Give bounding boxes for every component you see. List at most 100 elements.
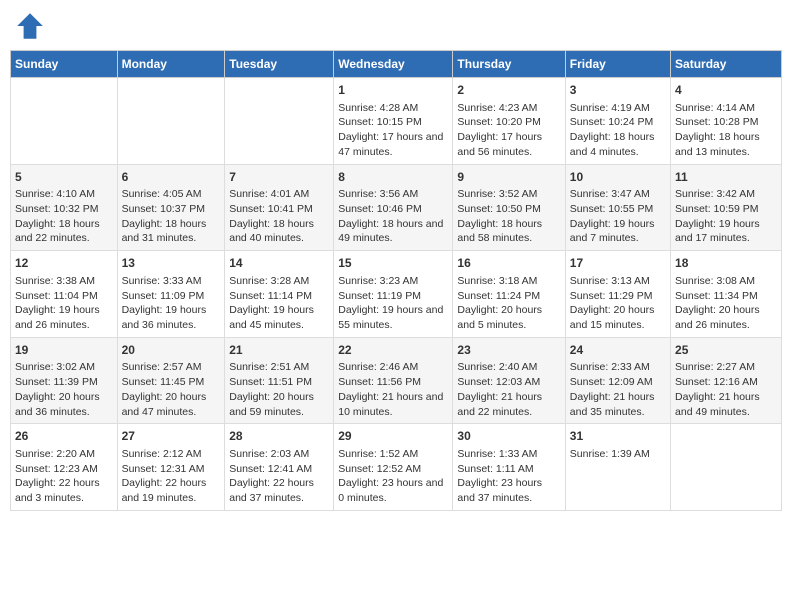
day-number: 25 [675, 342, 777, 359]
day-number: 20 [122, 342, 221, 359]
day-info: Sunrise: 1:39 AM [570, 447, 666, 462]
day-info: Sunrise: 4:05 AMSunset: 10:37 PMDaylight… [122, 187, 221, 246]
day-info: Sunrise: 3:28 AMSunset: 11:14 PMDaylight… [229, 274, 329, 333]
day-cell: 14Sunrise: 3:28 AMSunset: 11:14 PMDaylig… [225, 251, 334, 338]
day-number: 16 [457, 255, 560, 272]
day-info: Sunrise: 2:12 AMSunset: 12:31 AMDaylight… [122, 447, 221, 506]
logo [14, 10, 50, 42]
week-row-4: 19Sunrise: 3:02 AMSunset: 11:39 PMDaylig… [11, 337, 782, 424]
day-number: 23 [457, 342, 560, 359]
day-info: Sunrise: 2:51 AMSunset: 11:51 PMDaylight… [229, 360, 329, 419]
day-number: 28 [229, 428, 329, 445]
day-cell: 23Sunrise: 2:40 AMSunset: 12:03 AMDaylig… [453, 337, 565, 424]
day-info: Sunrise: 4:01 AMSunset: 10:41 PMDaylight… [229, 187, 329, 246]
day-info: Sunrise: 2:03 AMSunset: 12:41 AMDaylight… [229, 447, 329, 506]
day-cell: 5Sunrise: 4:10 AMSunset: 10:32 PMDayligh… [11, 164, 118, 251]
day-number: 17 [570, 255, 666, 272]
day-cell: 19Sunrise: 3:02 AMSunset: 11:39 PMDaylig… [11, 337, 118, 424]
day-number: 24 [570, 342, 666, 359]
day-cell: 16 Sunrise: 3:18 AMSunset: 11:24 PMDaylig… [453, 251, 565, 338]
weekday-header-tuesday: Tuesday [225, 51, 334, 78]
day-cell: 7Sunrise: 4:01 AMSunset: 10:41 PMDayligh… [225, 164, 334, 251]
day-cell: 21Sunrise: 2:51 AMSunset: 11:51 PMDaylig… [225, 337, 334, 424]
day-info: Sunrise: 3:02 AMSunset: 11:39 PMDaylight… [15, 360, 113, 419]
day-number: 22 [338, 342, 448, 359]
week-row-5: 26 Sunrise: 2:20 AMSunset: 12:23 AMDaylig… [11, 424, 782, 511]
day-number: 6 [122, 169, 221, 186]
day-number: 26 [15, 428, 113, 445]
day-cell: 30Sunrise: 1:33 AMSunset: 1:11 AMDayligh… [453, 424, 565, 511]
day-info: Sunrise: 2:27 AMSunset: 12:16 AMDaylight… [675, 360, 777, 419]
day-cell: 3 Sunrise: 4:19 AMSunset: 10:24 PMDayligh… [565, 78, 670, 165]
day-info: Sunrise: 3:23 AMSunset: 11:19 PMDaylight… [338, 274, 448, 333]
day-info: Sunrise: 2:46 AMSunset: 11:56 PMDaylight… [338, 360, 448, 419]
day-number: 18 [675, 255, 777, 272]
day-number: 5 [15, 169, 113, 186]
day-number: 9 [457, 169, 560, 186]
day-number: 30 [457, 428, 560, 445]
day-number: 4 [675, 82, 777, 99]
day-number: 7 [229, 169, 329, 186]
day-info: Sunrise: 2:40 AMSunset: 12:03 AMDaylight… [457, 360, 560, 419]
day-cell: 18 Sunrise: 3:08 AMSunset: 11:34 PMDaylig… [671, 251, 782, 338]
day-cell: 26 Sunrise: 2:20 AMSunset: 12:23 AMDaylig… [11, 424, 118, 511]
day-info: Sunrise: 3:13 AMSunset: 11:29 PMDaylight… [570, 274, 666, 333]
page-header [10, 10, 782, 42]
day-cell: 31 Sunrise: 1:39 AM [565, 424, 670, 511]
day-number: 2 [457, 82, 560, 99]
day-info: Sunrise: 4:28 AMSunset: 10:15 PMDaylight… [338, 101, 448, 160]
day-cell: 11Sunrise: 3:42 AMSunset: 10:59 PMDaylig… [671, 164, 782, 251]
header-row: SundayMondayTuesdayWednesdayThursdayFrid… [11, 51, 782, 78]
day-info: Sunrise: 3:47 AMSunset: 10:55 PMDaylight… [570, 187, 666, 246]
day-number: 27 [122, 428, 221, 445]
day-cell: 17 Sunrise: 3:13 AMSunset: 11:29 PMDaylig… [565, 251, 670, 338]
day-info: Sunrise: 4:19 AMSunset: 10:24 PMDaylight… [570, 101, 666, 160]
week-row-3: 12 Sunrise: 3:38 AMSunset: 11:04 PMDaylig… [11, 251, 782, 338]
weekday-header-friday: Friday [565, 51, 670, 78]
day-cell: 13 Sunrise: 3:33 AMSunset: 11:09 PMDaylig… [117, 251, 225, 338]
day-info: Sunrise: 3:08 AMSunset: 11:34 PMDaylight… [675, 274, 777, 333]
day-cell: 27 Sunrise: 2:12 AMSunset: 12:31 AMDaylig… [117, 424, 225, 511]
day-number: 8 [338, 169, 448, 186]
day-info: Sunrise: 4:14 AMSunset: 10:28 PMDaylight… [675, 101, 777, 160]
day-info: Sunrise: 3:18 AMSunset: 11:24 PMDaylight… [457, 274, 560, 333]
day-number: 3 [570, 82, 666, 99]
day-cell: 15 Sunrise: 3:23 AMSunset: 11:19 PMDaylig… [334, 251, 453, 338]
day-info: Sunrise: 4:10 AMSunset: 10:32 PMDaylight… [15, 187, 113, 246]
day-number: 21 [229, 342, 329, 359]
day-cell [117, 78, 225, 165]
day-number: 19 [15, 342, 113, 359]
day-cell [11, 78, 118, 165]
day-number: 13 [122, 255, 221, 272]
calendar-table: SundayMondayTuesdayWednesdayThursdayFrid… [10, 50, 782, 511]
day-cell: 9Sunrise: 3:52 AMSunset: 10:50 PMDayligh… [453, 164, 565, 251]
day-cell: 2 Sunrise: 4:23 AMSunset: 10:20 PMDayligh… [453, 78, 565, 165]
week-row-2: 5Sunrise: 4:10 AMSunset: 10:32 PMDayligh… [11, 164, 782, 251]
day-info: Sunrise: 4:23 AMSunset: 10:20 PMDaylight… [457, 101, 560, 160]
day-cell: 24Sunrise: 2:33 AMSunset: 12:09 AMDaylig… [565, 337, 670, 424]
weekday-header-thursday: Thursday [453, 51, 565, 78]
day-cell: 1 Sunrise: 4:28 AMSunset: 10:15 PMDayligh… [334, 78, 453, 165]
day-cell: 29Sunrise: 1:52 AMSunset: 12:52 AMDaylig… [334, 424, 453, 511]
day-number: 29 [338, 428, 448, 445]
day-info: Sunrise: 3:56 AMSunset: 10:46 PMDaylight… [338, 187, 448, 246]
day-cell [225, 78, 334, 165]
day-info: Sunrise: 3:33 AMSunset: 11:09 PMDaylight… [122, 274, 221, 333]
day-cell: 20Sunrise: 2:57 AMSunset: 11:45 PMDaylig… [117, 337, 225, 424]
day-info: Sunrise: 3:38 AMSunset: 11:04 PMDaylight… [15, 274, 113, 333]
day-cell: 8Sunrise: 3:56 AMSunset: 10:46 PMDayligh… [334, 164, 453, 251]
day-info: Sunrise: 3:42 AMSunset: 10:59 PMDaylight… [675, 187, 777, 246]
day-number: 1 [338, 82, 448, 99]
day-info: Sunrise: 2:33 AMSunset: 12:09 AMDaylight… [570, 360, 666, 419]
week-row-1: 1 Sunrise: 4:28 AMSunset: 10:15 PMDayligh… [11, 78, 782, 165]
day-info: Sunrise: 2:20 AMSunset: 12:23 AMDaylight… [15, 447, 113, 506]
logo-icon [14, 10, 46, 42]
weekday-header-wednesday: Wednesday [334, 51, 453, 78]
day-number: 31 [570, 428, 666, 445]
day-info: Sunrise: 3:52 AMSunset: 10:50 PMDaylight… [457, 187, 560, 246]
day-cell: 4 Sunrise: 4:14 AMSunset: 10:28 PMDayligh… [671, 78, 782, 165]
day-number: 15 [338, 255, 448, 272]
day-cell: 10Sunrise: 3:47 AMSunset: 10:55 PMDaylig… [565, 164, 670, 251]
day-number: 12 [15, 255, 113, 272]
day-info: Sunrise: 2:57 AMSunset: 11:45 PMDaylight… [122, 360, 221, 419]
